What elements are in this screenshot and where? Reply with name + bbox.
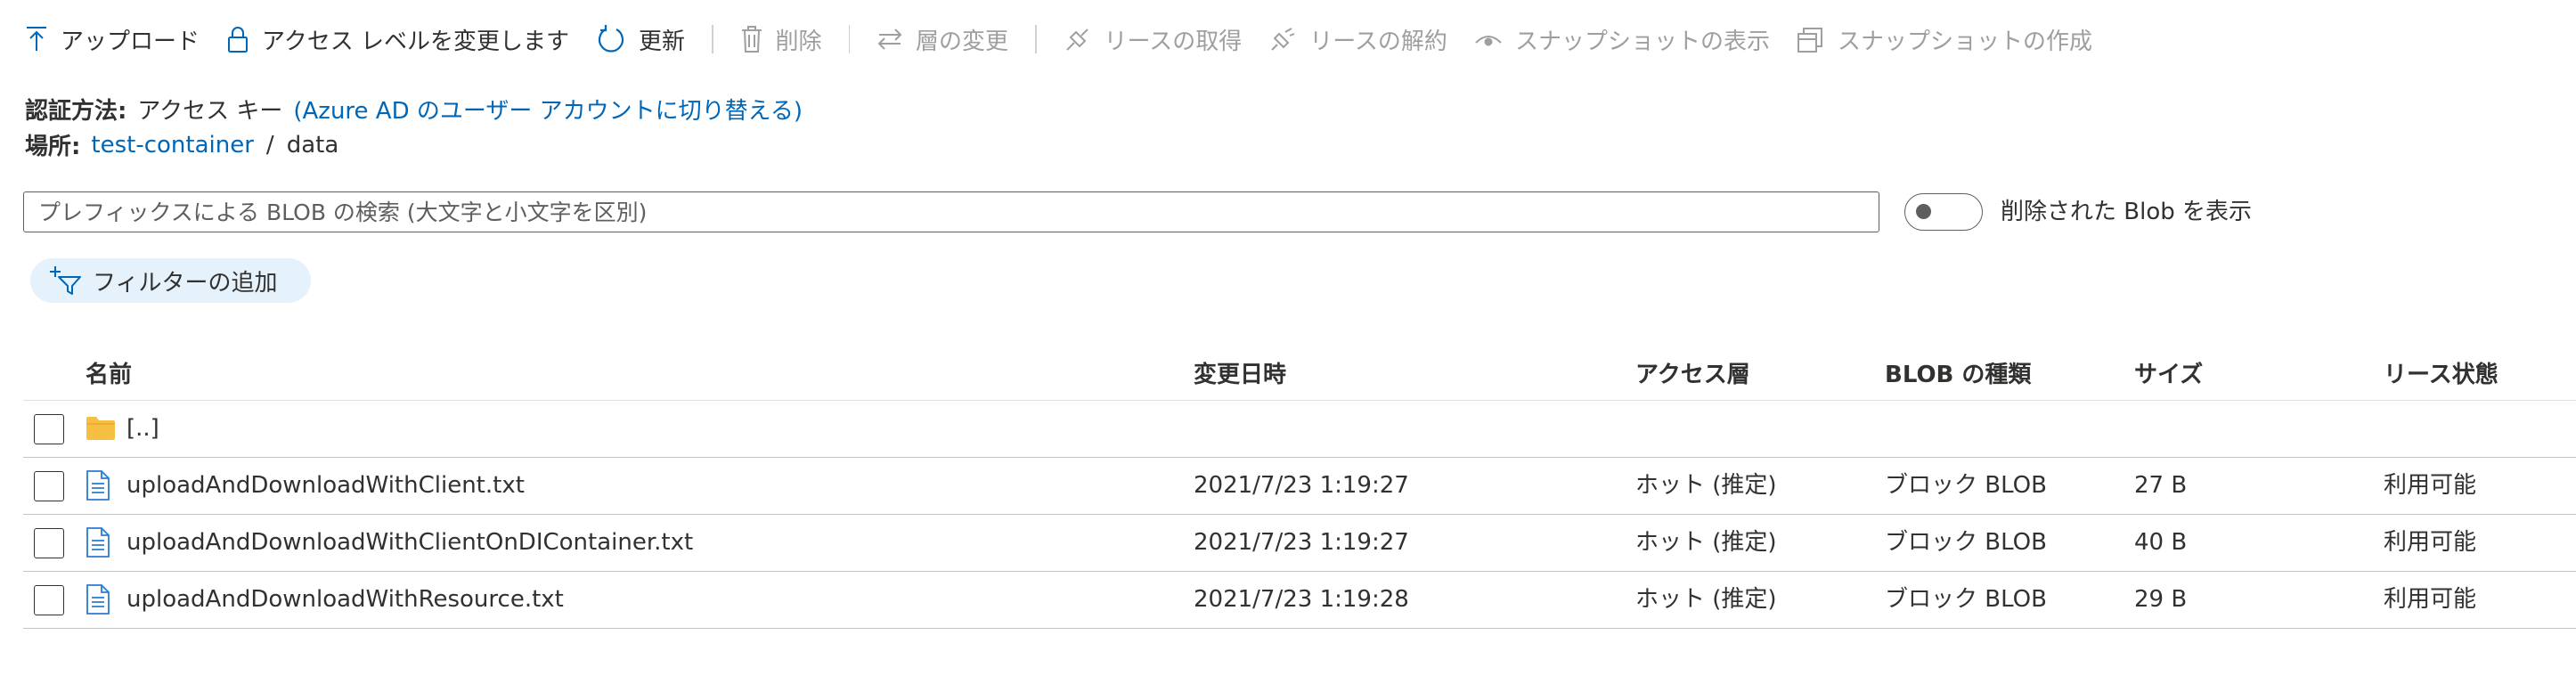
row-checkbox[interactable]: [34, 585, 64, 615]
table-row-parent-folder[interactable]: [..]: [23, 401, 2576, 458]
blob-size: 29 B: [2134, 586, 2188, 613]
show-deleted-blobs-toggle[interactable]: [1904, 193, 1983, 231]
break-lease-button[interactable]: リースの解約: [1268, 23, 1447, 56]
blob-access-tier: ホット (推定): [1635, 586, 1777, 613]
location-breadcrumb: 場所: test-container / data: [25, 128, 338, 161]
auth-method-row: 認証方法: アクセス キー (Azure AD のユーザー アカウントに切り替え…: [25, 93, 803, 126]
table-header: 名前 変更日時 アクセス層 BLOB の種類 サイズ リース状態: [23, 338, 2576, 401]
change-tier-label: 層の変更: [916, 28, 1009, 55]
blob-lease-state: 利用可能: [2384, 586, 2477, 613]
blob-list-table: 名前 変更日時 アクセス層 BLOB の種類 サイズ リース状態 [..] up…: [23, 338, 2576, 629]
toolbar-divider: [1035, 25, 1037, 53]
delete-label: 削除: [775, 28, 822, 55]
auth-method-value: アクセス キー: [137, 98, 283, 125]
blob-name[interactable]: uploadAndDownloadWithResource.txt: [126, 572, 564, 627]
trash-icon: [741, 26, 762, 53]
refresh-button[interactable]: 更新: [596, 23, 685, 56]
row-checkbox[interactable]: [34, 528, 64, 558]
blob-lease-state: 利用可能: [2384, 472, 2477, 499]
acquire-lease-label: リースの取得: [1104, 28, 1243, 55]
blob-prefix-search-input[interactable]: [23, 191, 1879, 232]
blob-lease-state: 利用可能: [2384, 529, 2477, 556]
table-row[interactable]: uploadAndDownloadWithResource.txt 2021/7…: [23, 572, 2576, 629]
blob-name[interactable]: uploadAndDownloadWithClient.txt: [126, 458, 525, 513]
location-label: 場所:: [25, 134, 81, 160]
text-file-icon: [86, 515, 110, 570]
snapshot-icon: [1797, 28, 1822, 53]
blob-type: ブロック BLOB: [1885, 472, 2047, 499]
swap-arrows-icon: [877, 28, 902, 50]
create-snapshot-label: スナップショットの作成: [1837, 28, 2092, 55]
upload-button[interactable]: アップロード: [25, 23, 200, 56]
column-header-modified[interactable]: 変更日時: [1194, 356, 1286, 389]
delete-button[interactable]: 削除: [740, 23, 822, 56]
change-tier-button[interactable]: 層の変更: [876, 23, 1008, 56]
upload-label: アップロード: [61, 28, 200, 55]
toolbar-divider: [848, 25, 851, 53]
blob-name[interactable]: uploadAndDownloadWithClientOnDIContainer…: [126, 515, 693, 570]
table-row[interactable]: uploadAndDownloadWithClientOnDIContainer…: [23, 515, 2576, 572]
parent-folder-link[interactable]: [..]: [126, 401, 159, 456]
change-access-level-label: アクセス レベルを変更します: [262, 28, 569, 55]
blob-modified: 2021/7/23 1:19:27: [1194, 529, 1409, 556]
text-file-icon: [86, 458, 110, 513]
add-filter-button[interactable]: フィルターの追加: [30, 258, 312, 303]
add-filter-label: フィルターの追加: [93, 269, 278, 297]
view-snapshots-label: スナップショットの表示: [1514, 28, 1770, 55]
text-file-icon: [86, 572, 110, 627]
blob-modified: 2021/7/23 1:19:28: [1194, 586, 1409, 613]
blob-access-tier: ホット (推定): [1635, 529, 1777, 556]
blob-access-tier: ホット (推定): [1635, 472, 1777, 499]
row-checkbox[interactable]: [34, 471, 64, 501]
column-header-lease-state[interactable]: リース状態: [2384, 356, 2499, 389]
column-header-size[interactable]: サイズ: [2134, 356, 2203, 389]
lock-icon: [228, 27, 249, 53]
table-row[interactable]: uploadAndDownloadWithClient.txt 2021/7/2…: [23, 458, 2576, 515]
toolbar-divider: [712, 25, 713, 53]
breadcrumb-separator: /: [265, 131, 274, 159]
blob-type: ブロック BLOB: [1885, 586, 2047, 613]
blob-size: 40 B: [2134, 529, 2188, 556]
command-bar: アップロード アクセス レベルを変更します 更新 削除 層の変更 リースの取得 …: [25, 16, 2119, 62]
column-header-access-tier[interactable]: アクセス層: [1635, 356, 1750, 389]
add-filter-icon: [50, 266, 81, 295]
switch-to-azure-ad-link[interactable]: (Azure AD のユーザー アカウントに切り替える): [293, 93, 803, 126]
breadcrumb-container-link[interactable]: test-container: [91, 132, 254, 159]
blob-size: 27 B: [2134, 472, 2188, 499]
toggle-knob: [1916, 204, 1931, 219]
breadcrumb-current-folder: data: [286, 131, 339, 159]
folder-icon: [86, 401, 116, 456]
link-icon: [1065, 28, 1088, 51]
view-snapshots-button[interactable]: スナップショットの表示: [1474, 23, 1770, 56]
auth-method-label: 認証方法:: [25, 98, 127, 125]
change-access-level-button[interactable]: アクセス レベルを変更します: [226, 23, 569, 56]
create-snapshot-button[interactable]: スナップショットの作成: [1797, 23, 2092, 56]
refresh-icon: [598, 25, 624, 53]
upload-icon: [27, 27, 46, 51]
column-header-blob-type[interactable]: BLOB の種類: [1885, 356, 2031, 389]
show-deleted-blobs-label: 削除された Blob を表示: [2001, 199, 2253, 225]
acquire-lease-button[interactable]: リースの取得: [1064, 23, 1243, 56]
break-lease-label: リースの解約: [1309, 28, 1447, 55]
row-checkbox[interactable]: [34, 414, 64, 444]
column-header-name[interactable]: 名前: [86, 356, 132, 389]
blob-type: ブロック BLOB: [1885, 529, 2047, 556]
blob-modified: 2021/7/23 1:19:27: [1194, 472, 1409, 499]
refresh-label: 更新: [638, 28, 685, 55]
eye-icon: [1475, 36, 1502, 46]
broken-link-icon: [1271, 28, 1295, 51]
